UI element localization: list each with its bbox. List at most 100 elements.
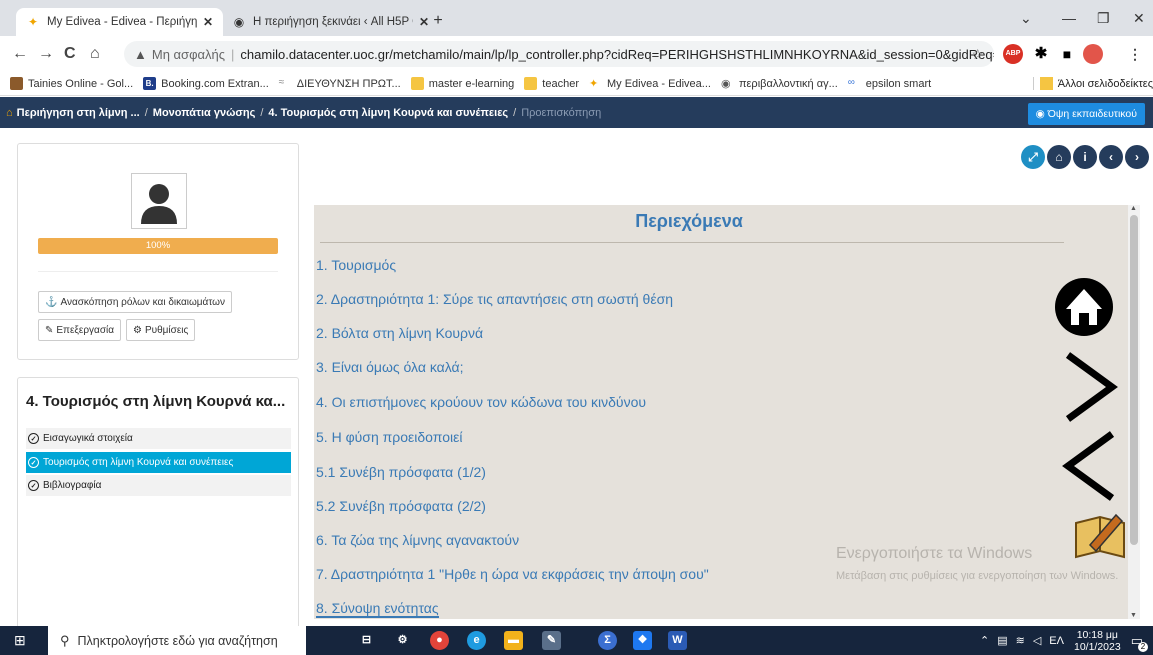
- windows-start-icon[interactable]: ⊞: [14, 632, 26, 649]
- notification-icon[interactable]: ▭ 2: [1131, 633, 1148, 652]
- info-button[interactable]: i: [1073, 145, 1097, 169]
- bookmark-tainies[interactable]: Tainies Online - Gol...: [10, 77, 133, 90]
- browser-tabstrip: ✦ My Edivea - Edivea - Περιήγηση σ ✕ ◉ Η…: [0, 0, 1153, 36]
- toc-link[interactable]: 6. Τα ζώα της λίμνης αγανακτούν: [316, 532, 519, 548]
- scrollbar-thumb[interactable]: [1130, 215, 1138, 545]
- volume-icon[interactable]: ◁: [1033, 634, 1041, 647]
- other-bookmarks-folder[interactable]: Άλλοι σελιδοδείκτες: [1032, 77, 1153, 90]
- big-home-icon[interactable]: [1054, 273, 1114, 341]
- bookmark-teacher[interactable]: teacher: [524, 77, 579, 90]
- big-previous-arrow-icon[interactable]: [1062, 430, 1118, 502]
- breadcrumb-learning-path[interactable]: 4. Τουρισμός στη λίμνη Κουρνά και συνέπε…: [268, 107, 508, 119]
- taskbar-search-input[interactable]: ⚲ Πληκτρολογήστε εδώ για αναζήτηση: [48, 626, 306, 655]
- settings-button[interactable]: ⚙ Ρυθμίσεις: [126, 319, 196, 341]
- scroll-down-icon[interactable]: ▼: [1130, 612, 1137, 619]
- chrome-icon[interactable]: ●: [430, 631, 449, 650]
- bookmark-label: epsilon smart: [865, 77, 932, 90]
- word-icon[interactable]: W: [668, 631, 687, 650]
- browser-menu-icon[interactable]: ⋮: [1125, 44, 1145, 64]
- bookmark-master[interactable]: master e-learning: [410, 77, 514, 90]
- close-tab-icon[interactable]: ✕: [203, 15, 213, 29]
- network-icon[interactable]: ▤: [997, 634, 1007, 647]
- bookmark-booking[interactable]: B. Booking.com Extran...: [143, 77, 269, 90]
- bookmark-my-edivea[interactable]: ✦ My Edivea - Edivea...: [589, 77, 711, 91]
- epsilon-favicon-icon: ∞: [847, 77, 855, 88]
- task-view-icon[interactable]: ⊟: [357, 631, 376, 650]
- review-roles-button[interactable]: ⚓ Ανασκόπηση ρόλων και δικαιωμάτων: [38, 291, 232, 313]
- breadcrumb-separator: /: [513, 106, 517, 119]
- toc-link[interactable]: 5.2 Συνέβη πρόσφατα (2/2): [316, 498, 486, 514]
- back-arrow-icon[interactable]: ←: [12, 45, 28, 63]
- next-button[interactable]: ›: [1125, 145, 1149, 169]
- bookmark-epsilon[interactable]: ∞ epsilon smart: [848, 77, 931, 90]
- toc-link[interactable]: 5. Η φύση προειδοποιεί: [316, 429, 462, 445]
- minimize-button[interactable]: —: [1062, 10, 1076, 26]
- toc-link[interactable]: 2. Βόλτα στη λίμνη Κουρνά: [316, 325, 483, 341]
- language-indicator[interactable]: ΕΛ: [1049, 635, 1064, 647]
- teacher-view-button[interactable]: ◉ Όψη εκπαιδευτικού: [1027, 103, 1145, 125]
- toc-link[interactable]: 4. Οι επιστήμονες κρούουν τον κώδωνα του…: [316, 394, 646, 410]
- toc-link[interactable]: 8. Σύνοψη ενότητας: [316, 600, 439, 618]
- search-placeholder: Πληκτρολογήστε εδώ για αναζήτηση: [77, 633, 278, 648]
- clock[interactable]: 10:18 μμ 10/1/2023: [1074, 629, 1121, 653]
- close-window-button[interactable]: ✕: [1133, 10, 1145, 27]
- breadcrumb-learning-paths[interactable]: Μονοπάτια γνώσης: [153, 107, 256, 119]
- list-item[interactable]: ✓ Τουρισμός στη λίμνη Κουρνά και συνέπει…: [26, 452, 291, 473]
- bookmark-dieythynsi[interactable]: ≈ ΔΙΕΥΘΥΝΣΗ ΠΡΩΤ...: [279, 77, 401, 90]
- school-favicon-icon: ≈: [278, 77, 285, 88]
- edit-button[interactable]: ✎ Επεξεργασία: [38, 319, 121, 341]
- edge-icon[interactable]: e: [467, 631, 486, 650]
- check-circle-icon: ✓: [28, 480, 39, 491]
- forward-arrow-icon[interactable]: →: [38, 45, 54, 63]
- other-bookmarks-label: Άλλοι σελιδοδείκτες: [1057, 77, 1153, 90]
- windows-activation-title: Ενεργοποιήστε τα Windows: [836, 545, 1033, 562]
- sigma-app-icon[interactable]: Σ: [598, 631, 617, 650]
- dropbox-icon[interactable]: ❖: [633, 631, 652, 650]
- new-tab-button[interactable]: +: [428, 11, 448, 31]
- home-button[interactable]: ⌂: [1047, 145, 1071, 169]
- bookmark-label: My Edivea - Edivea...: [607, 77, 711, 90]
- bookmark-label: ΔΙΕΥΘΥΝΣΗ ΠΡΩΤ...: [296, 77, 401, 90]
- toc-link[interactable]: 5.1 Συνέβη πρόσφατα (1/2): [316, 464, 486, 480]
- home-icon[interactable]: ⌂: [6, 107, 13, 119]
- wifi-icon[interactable]: ≋: [1016, 634, 1025, 647]
- scroll-up-icon[interactable]: ▲: [1130, 205, 1137, 212]
- list-item[interactable]: ✓ Εισαγωγικά στοιχεία: [26, 428, 291, 449]
- side-panel-icon[interactable]: ■: [1057, 44, 1077, 64]
- paint-icon[interactable]: ✎: [542, 631, 561, 650]
- breadcrumb-course[interactable]: Περιήγηση στη λίμνη ...: [17, 107, 140, 119]
- tab-h5p[interactable]: ◉ Η περιήγηση ξεκινάει ‹ All H5P C ✕: [222, 8, 439, 36]
- bookmark-perivallontiki[interactable]: ◉ περιβαλλοντική αγ...: [721, 77, 838, 91]
- toc-link[interactable]: 1. Τουρισμός: [316, 257, 396, 273]
- divider: [38, 271, 278, 272]
- adblock-extension-icon[interactable]: ABP: [1003, 44, 1023, 64]
- home-icon[interactable]: ⌂: [90, 45, 100, 63]
- breadcrumb-separator: /: [260, 106, 264, 119]
- previous-button[interactable]: ‹: [1099, 145, 1123, 169]
- fullscreen-button[interactable]: ⤢: [1021, 145, 1045, 169]
- settings-gear-icon[interactable]: ⚙: [393, 631, 412, 650]
- file-explorer-icon[interactable]: ▬: [504, 631, 523, 650]
- profile-avatar[interactable]: [1083, 44, 1103, 64]
- tray-chevron-icon[interactable]: ⌃: [980, 634, 989, 647]
- toc-link[interactable]: 2. Δραστηριότητα 1: Σύρε τις απαντήσεις …: [316, 291, 673, 307]
- toc-link[interactable]: 3. Είναι όμως όλα καλά;: [316, 359, 464, 375]
- address-bar[interactable]: ▲ Μη ασφαλής | chamilo.datacenter.uoc.gr…: [124, 41, 994, 67]
- content-scrollbar[interactable]: ▲ ▼: [1128, 205, 1140, 619]
- bookmark-star-icon[interactable]: ☆: [971, 46, 984, 63]
- extensions-puzzle-icon[interactable]: ✱: [1031, 44, 1051, 64]
- restore-button[interactable]: ❐: [1097, 10, 1110, 27]
- system-tray: ⌃ ▤ ≋ ◁ ΕΛ 10:18 μμ 10/1/2023 ▭ 2: [980, 626, 1153, 655]
- book-pencil-icon[interactable]: [1072, 511, 1128, 561]
- toc-link[interactable]: 7. Δραστηριότητα 1 "Ηρθε η ώρα να εκφράσ…: [316, 566, 709, 582]
- tab-search-chevron-icon[interactable]: ⌄: [1020, 10, 1032, 27]
- folder-icon: [1039, 77, 1053, 90]
- teacher-view-label: Όψη εκπαιδευτικού: [1047, 108, 1137, 120]
- breadcrumb: ⌂ Περιήγηση στη λίμνη ... / Μονοπάτια γν…: [0, 97, 1153, 128]
- windows-taskbar: ⊞ ⚲ Πληκτρολογήστε εδώ για αναζήτηση ⊟ ⚙…: [0, 626, 1153, 655]
- list-item[interactable]: ✓ Βιβλιογραφία: [26, 475, 291, 496]
- reload-icon[interactable]: C: [64, 45, 76, 63]
- big-next-arrow-icon[interactable]: [1062, 351, 1118, 423]
- learning-path-title: 4. Τουρισμός στη λίμνη Κουρνά κα...: [26, 393, 286, 410]
- tab-my-edivea[interactable]: ✦ My Edivea - Edivea - Περιήγηση σ ✕: [16, 8, 224, 36]
